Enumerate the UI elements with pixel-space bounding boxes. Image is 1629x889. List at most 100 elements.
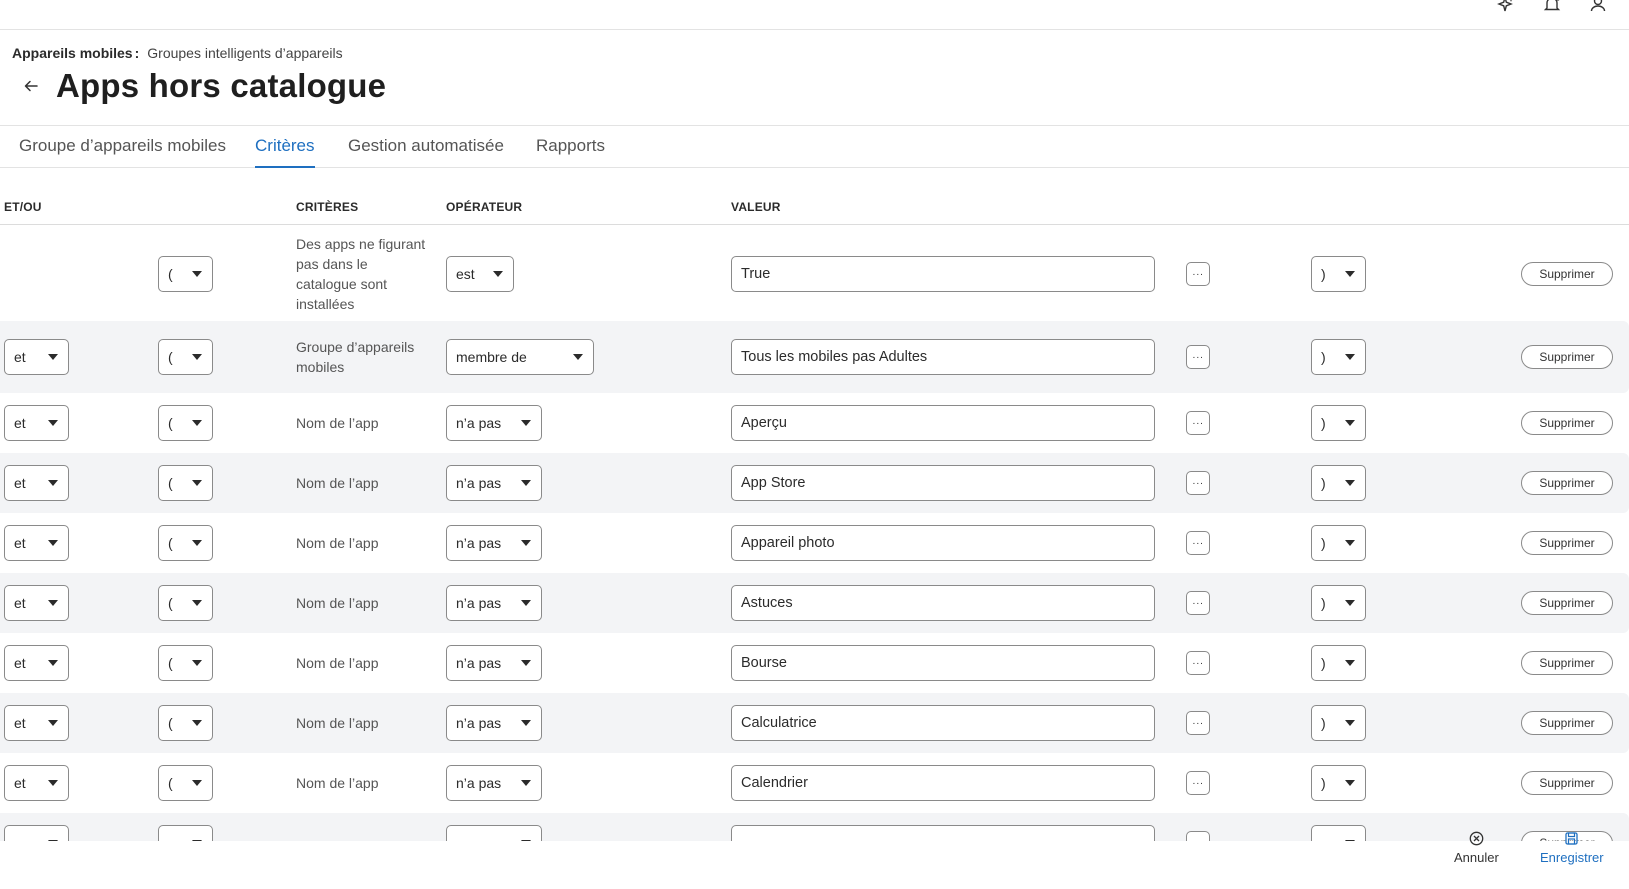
delete-button[interactable]: Supprimer — [1521, 711, 1613, 735]
close-paren-select[interactable] — [1311, 825, 1366, 841]
more-options-button[interactable]: ··· — [1186, 711, 1210, 735]
value-field[interactable]: App Store — [731, 465, 1155, 501]
tab-automated-management[interactable]: Gestion automatisée — [348, 136, 504, 156]
andor-select[interactable]: et — [4, 705, 69, 741]
operator-select[interactable]: membre de — [446, 339, 594, 375]
andor-select[interactable]: et — [4, 525, 69, 561]
close-paren-select[interactable]: ) — [1311, 645, 1366, 681]
andor-select[interactable] — [4, 825, 69, 841]
back-arrow-icon[interactable] — [18, 73, 44, 99]
tab-reports[interactable]: Rapports — [536, 136, 605, 156]
chevron-down-icon — [192, 354, 202, 360]
delete-button[interactable]: Supprimer — [1521, 471, 1613, 495]
close-paren-select[interactable]: ) — [1311, 705, 1366, 741]
andor-select[interactable]: et — [4, 585, 69, 621]
value-field[interactable]: Calculatrice — [731, 705, 1155, 741]
andor-select-value: et — [14, 715, 26, 731]
operator-select[interactable]: n’a pas — [446, 585, 542, 621]
tab-bar: Groupe d’appareils mobiles Critères Gest… — [0, 125, 1629, 168]
delete-button[interactable]: Supprimer — [1521, 651, 1613, 675]
header-operator: OPÉRATEUR — [446, 200, 523, 214]
open-paren-select[interactable]: ( — [158, 645, 213, 681]
open-paren-select[interactable]: ( — [158, 339, 213, 375]
andor-select[interactable]: et — [4, 405, 69, 441]
breadcrumb-root[interactable]: Appareils mobiles — [12, 45, 133, 61]
open-paren-select[interactable]: ( — [158, 405, 213, 441]
andor-select-value: et — [14, 349, 26, 365]
operator-select[interactable]: n’a pas — [446, 525, 542, 561]
operator-select-value: membre de — [456, 349, 527, 365]
close-paren-select[interactable]: ) — [1311, 585, 1366, 621]
operator-select[interactable]: n’a pas — [446, 765, 542, 801]
value-field[interactable]: Tous les mobiles pas Adultes — [731, 339, 1155, 375]
breadcrumb-current[interactable]: Groupes intelligents d’appareils — [147, 45, 342, 61]
more-options-button[interactable]: ··· — [1186, 591, 1210, 615]
more-options-button[interactable]: ··· — [1186, 345, 1210, 369]
open-paren-select[interactable]: ( — [158, 525, 213, 561]
operator-select[interactable] — [446, 825, 542, 841]
tab-mobile-device-group[interactable]: Groupe d’appareils mobiles — [19, 136, 226, 156]
value-field[interactable]: Aperçu — [731, 405, 1155, 441]
chevron-down-icon — [1345, 480, 1355, 486]
open-paren-select[interactable]: ( — [158, 465, 213, 501]
close-paren-select[interactable]: ) — [1311, 256, 1366, 292]
open-paren-select[interactable] — [158, 825, 213, 841]
close-paren-select[interactable]: ) — [1311, 465, 1366, 501]
value-field[interactable]: Bourse — [731, 645, 1155, 681]
save-button[interactable]: Enregistrer — [1540, 831, 1604, 865]
value-field[interactable]: True — [731, 256, 1155, 292]
more-options-button[interactable]: ··· — [1186, 471, 1210, 495]
operator-select[interactable]: est — [446, 256, 514, 292]
andor-select[interactable]: et — [4, 645, 69, 681]
tab-criteria[interactable]: Critères — [255, 136, 315, 168]
andor-select[interactable]: et — [4, 339, 69, 375]
operator-select[interactable]: n’a pas — [446, 645, 542, 681]
more-options-button[interactable]: ··· — [1186, 771, 1210, 795]
operator-select-value: n’a pas — [456, 655, 502, 671]
operator-select[interactable]: n’a pas — [446, 705, 542, 741]
delete-button[interactable]: Supprimer — [1521, 262, 1613, 286]
more-options-button[interactable]: ··· — [1186, 411, 1210, 435]
delete-button[interactable]: Supprimer — [1521, 345, 1613, 369]
open-paren-select[interactable]: ( — [158, 585, 213, 621]
more-options-button[interactable]: ··· — [1186, 831, 1210, 841]
criteria-label: Nom de l’app — [296, 715, 379, 731]
table-row: et (Nom de l’app n’a pas Bourse ···) Supprime… — [0, 633, 1629, 693]
delete-button[interactable]: Supprimer — [1521, 411, 1613, 435]
andor-select[interactable]: et — [4, 765, 69, 801]
open-paren-select[interactable]: ( — [158, 705, 213, 741]
user-icon[interactable] — [1589, 0, 1607, 12]
value-field[interactable]: Astuces — [731, 585, 1155, 621]
more-options-button[interactable]: ··· — [1186, 262, 1210, 286]
close-paren-select[interactable]: ) — [1311, 765, 1366, 801]
chevron-down-icon — [1345, 660, 1355, 666]
open-paren-select[interactable]: ( — [158, 765, 213, 801]
close-paren-select[interactable]: ) — [1311, 339, 1366, 375]
bell-icon[interactable] — [1543, 0, 1561, 12]
delete-button[interactable]: Supprimer — [1521, 771, 1613, 795]
value-field[interactable]: Appareil photo — [731, 525, 1155, 561]
close-paren-select[interactable]: ) — [1311, 525, 1366, 561]
breadcrumb: Appareils mobiles: Groupes intelligents d… — [12, 45, 343, 61]
more-options-button[interactable]: ··· — [1186, 651, 1210, 675]
open-paren-select[interactable]: ( — [158, 256, 213, 292]
value-field[interactable]: Calendrier — [731, 765, 1155, 801]
value-field[interactable] — [731, 825, 1155, 841]
andor-select[interactable]: et — [4, 465, 69, 501]
cancel-button[interactable]: Annuler — [1454, 831, 1499, 865]
chevron-down-icon — [192, 600, 202, 606]
close-paren-select[interactable]: ) — [1311, 405, 1366, 441]
operator-select[interactable]: n’a pas — [446, 405, 542, 441]
delete-button[interactable]: Supprimer — [1521, 591, 1613, 615]
chevron-down-icon — [521, 780, 531, 786]
criteria-table-body: (Des apps ne figurant pas dans le catalo… — [0, 226, 1629, 841]
header-value: VALEUR — [731, 200, 781, 214]
more-options-button[interactable]: ··· — [1186, 531, 1210, 555]
sparkle-icon[interactable] — [1497, 0, 1515, 12]
operator-select[interactable]: n’a pas — [446, 465, 542, 501]
delete-button[interactable]: Supprimer — [1521, 531, 1613, 555]
chevron-down-icon — [48, 660, 58, 666]
open-paren-select-value: ( — [168, 715, 173, 731]
chevron-down-icon — [1345, 354, 1355, 360]
operator-select-value: n’a pas — [456, 535, 502, 551]
